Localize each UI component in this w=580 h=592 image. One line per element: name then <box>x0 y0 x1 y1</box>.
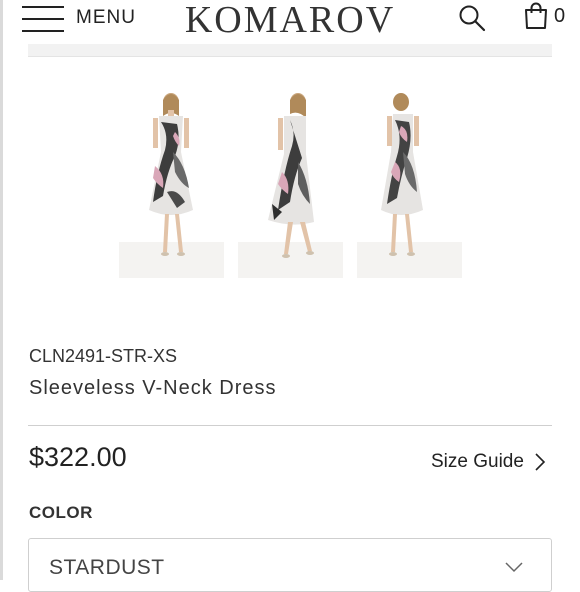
size-guide-label: Size Guide <box>431 451 524 472</box>
thumbnail-three-quarter-view[interactable] <box>238 92 343 278</box>
menu-button[interactable]: MENU <box>22 2 136 34</box>
search-icon[interactable] <box>458 4 486 32</box>
thumbnail-front-view[interactable] <box>119 92 224 278</box>
site-header: MENU KOMAROV 0 <box>0 0 580 42</box>
color-label: COLOR <box>29 503 93 522</box>
shopping-bag-icon <box>525 2 547 29</box>
color-selected-value: STARDUST <box>49 556 165 579</box>
section-divider <box>28 425 552 426</box>
chevron-right-icon <box>535 453 546 471</box>
size-guide-link[interactable]: Size Guide <box>431 451 546 473</box>
product-title: Sleeveless V-Neck Dress <box>29 377 277 399</box>
thumbnail-back-view[interactable] <box>357 92 462 278</box>
cart-count: 0 <box>554 4 566 27</box>
main-product-image[interactable] <box>28 44 552 57</box>
left-edge-border <box>0 0 3 580</box>
thumbnail-gallery <box>119 92 462 278</box>
menu-label: MENU <box>76 7 136 28</box>
cart-button[interactable]: 0 <box>524 2 565 30</box>
product-price: $322.00 <box>29 442 127 472</box>
color-select[interactable]: STARDUST <box>28 538 552 592</box>
product-sku: CLN2491-STR-XS <box>29 346 178 366</box>
chevron-down-icon <box>505 562 523 573</box>
hamburger-icon <box>22 4 64 32</box>
brand-logo[interactable]: KOMAROV <box>184 0 396 42</box>
